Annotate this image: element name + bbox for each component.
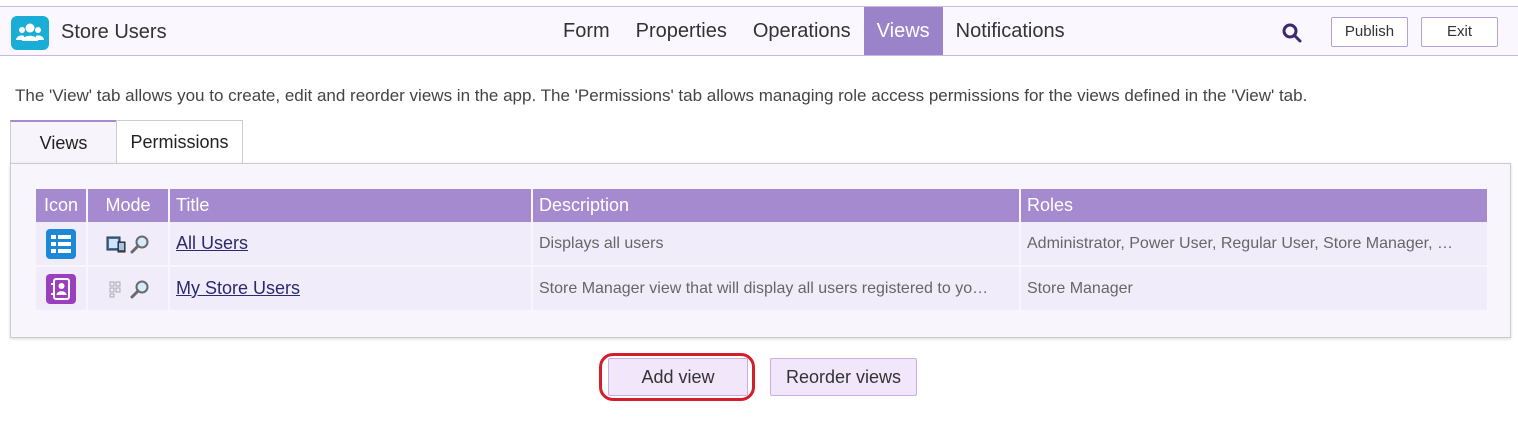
add-view-button[interactable]: Add view <box>608 358 748 396</box>
magnifier-icon <box>130 235 149 253</box>
row-mode-cell <box>88 222 170 267</box>
intro-text: The 'View' tab allows you to create, edi… <box>15 86 1308 105</box>
nav-operations[interactable]: Operations <box>740 7 864 55</box>
grid-mode-icon <box>109 281 121 297</box>
row-description: Store Manager view that will display all… <box>533 267 1021 312</box>
header-mode: Mode <box>88 189 170 222</box>
reorder-views-button[interactable]: Reorder views <box>770 358 917 396</box>
row-roles: Administrator, Power User, Regular User,… <box>1021 222 1487 267</box>
tab-permissions[interactable]: Permissions <box>116 120 243 164</box>
header-icon: Icon <box>36 189 88 222</box>
contact-card-icon <box>46 273 76 304</box>
header-roles: Roles <box>1021 189 1487 222</box>
search-icon[interactable] <box>1281 22 1303 44</box>
nav-form[interactable]: Form <box>550 7 623 55</box>
app-title: Store Users <box>61 21 167 43</box>
nav-notifications[interactable]: Notifications <box>943 7 1078 55</box>
nav-views[interactable]: Views <box>863 7 943 55</box>
row-roles: Store Manager <box>1021 267 1487 312</box>
top-bar: Store Users Form Properties Operations V… <box>0 6 1518 56</box>
table-row[interactable]: My Store Users Store Manager view that w… <box>36 267 1487 312</box>
tab-views[interactable]: Views <box>10 120 117 165</box>
magnifier-icon <box>130 280 149 298</box>
row-description: Displays all users <box>533 222 1021 267</box>
publish-button[interactable]: Publish <box>1331 17 1408 47</box>
main-nav: Form Properties Operations Views Notific… <box>550 7 1078 55</box>
row-title-cell: My Store Users <box>170 267 533 312</box>
table-row[interactable]: All Users Displays all users Administrat… <box>36 222 1487 267</box>
nav-properties[interactable]: Properties <box>623 7 740 55</box>
views-table: Icon Mode Title Description Roles All Us… <box>36 189 1487 312</box>
row-icon-cell <box>36 222 88 267</box>
view-link-my-store-users[interactable]: My Store Users <box>176 278 300 298</box>
exit-button[interactable]: Exit <box>1421 17 1498 47</box>
row-title-cell: All Users <box>170 222 533 267</box>
row-icon-cell <box>36 267 88 312</box>
row-mode-cell <box>88 267 170 312</box>
header-description: Description <box>533 189 1021 222</box>
views-panel: Icon Mode Title Description Roles All Us… <box>10 163 1511 338</box>
view-link-all-users[interactable]: All Users <box>176 233 248 253</box>
header-title: Title <box>170 189 533 222</box>
device-mode-icon <box>106 236 126 252</box>
users-group-icon <box>11 16 49 50</box>
table-list-icon <box>46 228 76 259</box>
